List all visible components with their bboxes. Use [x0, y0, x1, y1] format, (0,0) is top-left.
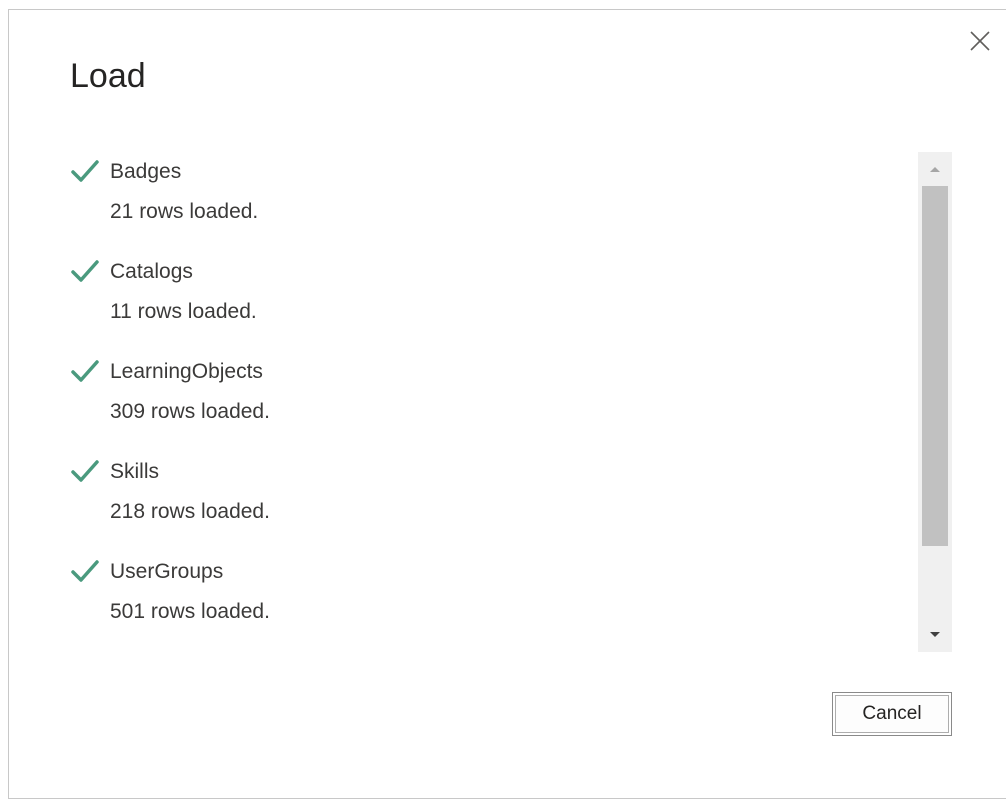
scroll-down-button[interactable] [918, 620, 952, 652]
item-status: 218 rows loaded. [110, 500, 270, 523]
scroll-thumb[interactable] [922, 186, 948, 546]
item-name: Badges [110, 160, 182, 183]
item-status: 309 rows loaded. [110, 400, 270, 423]
list-item: Badges 21 rows loaded. [70, 152, 910, 252]
cancel-button-label: Cancel [835, 695, 949, 733]
check-icon [71, 160, 99, 182]
chevron-down-icon [930, 632, 940, 637]
dialog-title: Load [70, 57, 146, 95]
check-icon [71, 560, 99, 582]
scroll-up-button[interactable] [918, 152, 952, 184]
list-item: UserGroups 501 rows loaded. [70, 552, 910, 652]
check-icon [71, 260, 99, 282]
list-item: Catalogs 11 rows loaded. [70, 252, 910, 352]
close-button[interactable] [965, 26, 995, 56]
cancel-button[interactable]: Cancel [832, 692, 952, 736]
close-icon [970, 31, 990, 51]
item-name: Catalogs [110, 260, 193, 283]
item-status: 11 rows loaded. [110, 300, 257, 323]
vertical-scrollbar[interactable] [918, 152, 952, 652]
item-name: Skills [110, 460, 160, 483]
load-status-list: Badges 21 rows loaded. Catalogs 11 rows … [70, 152, 910, 652]
list-item: LearningObjects 309 rows loaded. [70, 352, 910, 452]
item-name: LearningObjects [110, 360, 263, 383]
check-icon [71, 460, 99, 482]
item-status: 21 rows loaded. [110, 200, 259, 223]
list-item: Skills 218 rows loaded. [70, 452, 910, 552]
chevron-up-icon [930, 167, 940, 172]
item-name: UserGroups [110, 560, 224, 583]
check-icon [71, 360, 99, 382]
item-status: 501 rows loaded. [110, 600, 270, 623]
